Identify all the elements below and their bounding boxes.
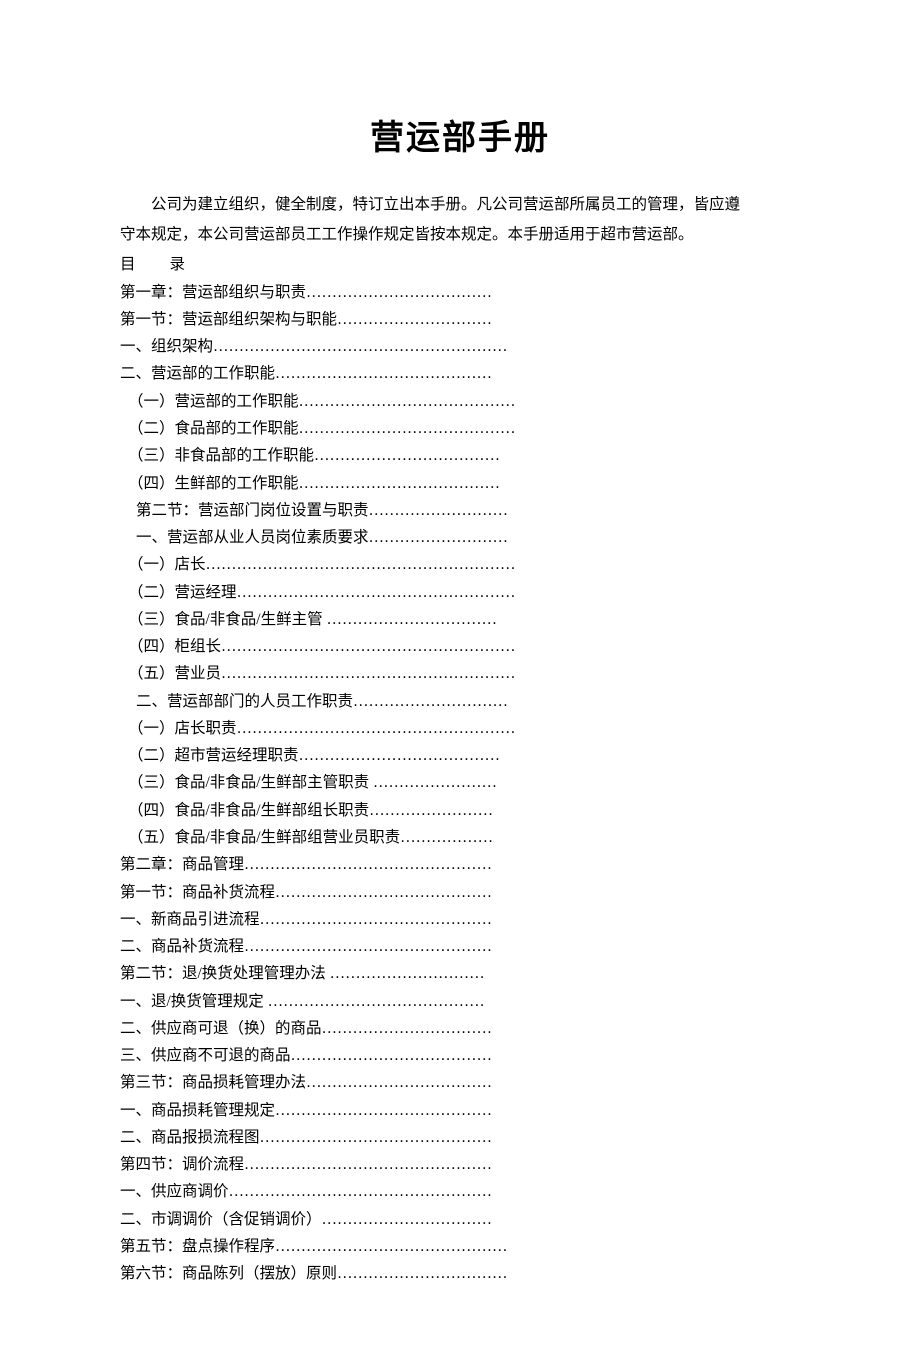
toc-line: 一、退/换货管理规定 ……………………………………: [120, 988, 800, 1015]
toc-line: 二、市调调价（含促销调价）……………………………: [120, 1206, 800, 1233]
toc-header: 目 录: [120, 251, 800, 279]
table-of-contents: 第一章：营运部组织与职责………………………………第一节：营运部组织架构与职能………: [120, 279, 800, 1288]
toc-line: 一、营运部从业人员岗位素质要求………………………: [120, 524, 800, 551]
toc-line: 第一节：商品补货流程……………………………………: [120, 879, 800, 906]
toc-line: 一、组织架构…………………………………………………: [120, 333, 800, 360]
toc-line: 一、商品损耗管理规定……………………………………: [120, 1097, 800, 1124]
document-title: 营运部手册: [120, 110, 800, 159]
toc-line: 二、营运部部门的人员工作职责…………………………: [120, 688, 800, 715]
toc-line: （四）柜组长…………………………………………………: [120, 633, 800, 660]
intro-paragraph-line-1: 公司为建立组织，健全制度，特订立出本手册。凡公司营运部所属员工的管理，皆应遵: [120, 191, 800, 219]
toc-line: （二）超市营运经理职责…………………………………: [120, 742, 800, 769]
toc-line: （四）生鲜部的工作职能…………………………………: [120, 470, 800, 497]
toc-line: 第五节：盘点操作程序………………………………………: [120, 1233, 800, 1260]
toc-line: 第二节：退/换货处理管理办法 …………………………: [120, 960, 800, 987]
toc-line: 第一章：营运部组织与职责………………………………: [120, 279, 800, 306]
toc-line: 一、供应商调价……………………………………………: [120, 1178, 800, 1205]
toc-line: 二、营运部的工作职能……………………………………: [120, 360, 800, 387]
toc-line: （一）营运部的工作职能……………………………………: [120, 388, 800, 415]
toc-line: （五）营业员…………………………………………………: [120, 660, 800, 687]
toc-line: （三）食品/非食品/生鲜主管 ……………………………: [120, 606, 800, 633]
toc-line: 第二章：商品管理…………………………………………: [120, 851, 800, 878]
toc-line: 二、商品报损流程图………………………………………: [120, 1124, 800, 1151]
toc-line: 第一节：营运部组织架构与职能…………………………: [120, 306, 800, 333]
toc-line: 三、供应商不可退的商品…………………………………: [120, 1042, 800, 1069]
toc-line: （三）食品/非食品/生鲜部主管职责 ……………………: [120, 769, 800, 796]
toc-line: 第四节：调价流程…………………………………………: [120, 1151, 800, 1178]
toc-line: 第三节：商品损耗管理办法………………………………: [120, 1069, 800, 1096]
toc-line: （五）食品/非食品/生鲜部组营业员职责………………: [120, 824, 800, 851]
toc-line: （一）店长……………………………………………………: [120, 551, 800, 578]
toc-line: （二）食品部的工作职能……………………………………: [120, 415, 800, 442]
toc-line: （四）食品/非食品/生鲜部组长职责……………………: [120, 797, 800, 824]
toc-line: 一、新商品引进流程………………………………………: [120, 906, 800, 933]
toc-line: 第二节：营运部门岗位设置与职责………………………: [120, 497, 800, 524]
toc-line: （一）店长职责………………………………………………: [120, 715, 800, 742]
toc-line: （三）非食品部的工作职能………………………………: [120, 442, 800, 469]
document-page: 营运部手册 公司为建立组织，健全制度，特订立出本手册。凡公司营运部所属员工的管理…: [0, 0, 920, 1368]
intro-paragraph-line-2: 守本规定，本公司营运部员工工作操作规定皆按本规定。本手册适用于超市营运部。: [120, 221, 800, 249]
toc-line: （二）营运经理………………………………………………: [120, 579, 800, 606]
toc-line: 二、商品补货流程…………………………………………: [120, 933, 800, 960]
toc-line: 二、供应商可退（换）的商品……………………………: [120, 1015, 800, 1042]
toc-line: 第六节：商品陈列（摆放）原则……………………………: [120, 1260, 800, 1287]
